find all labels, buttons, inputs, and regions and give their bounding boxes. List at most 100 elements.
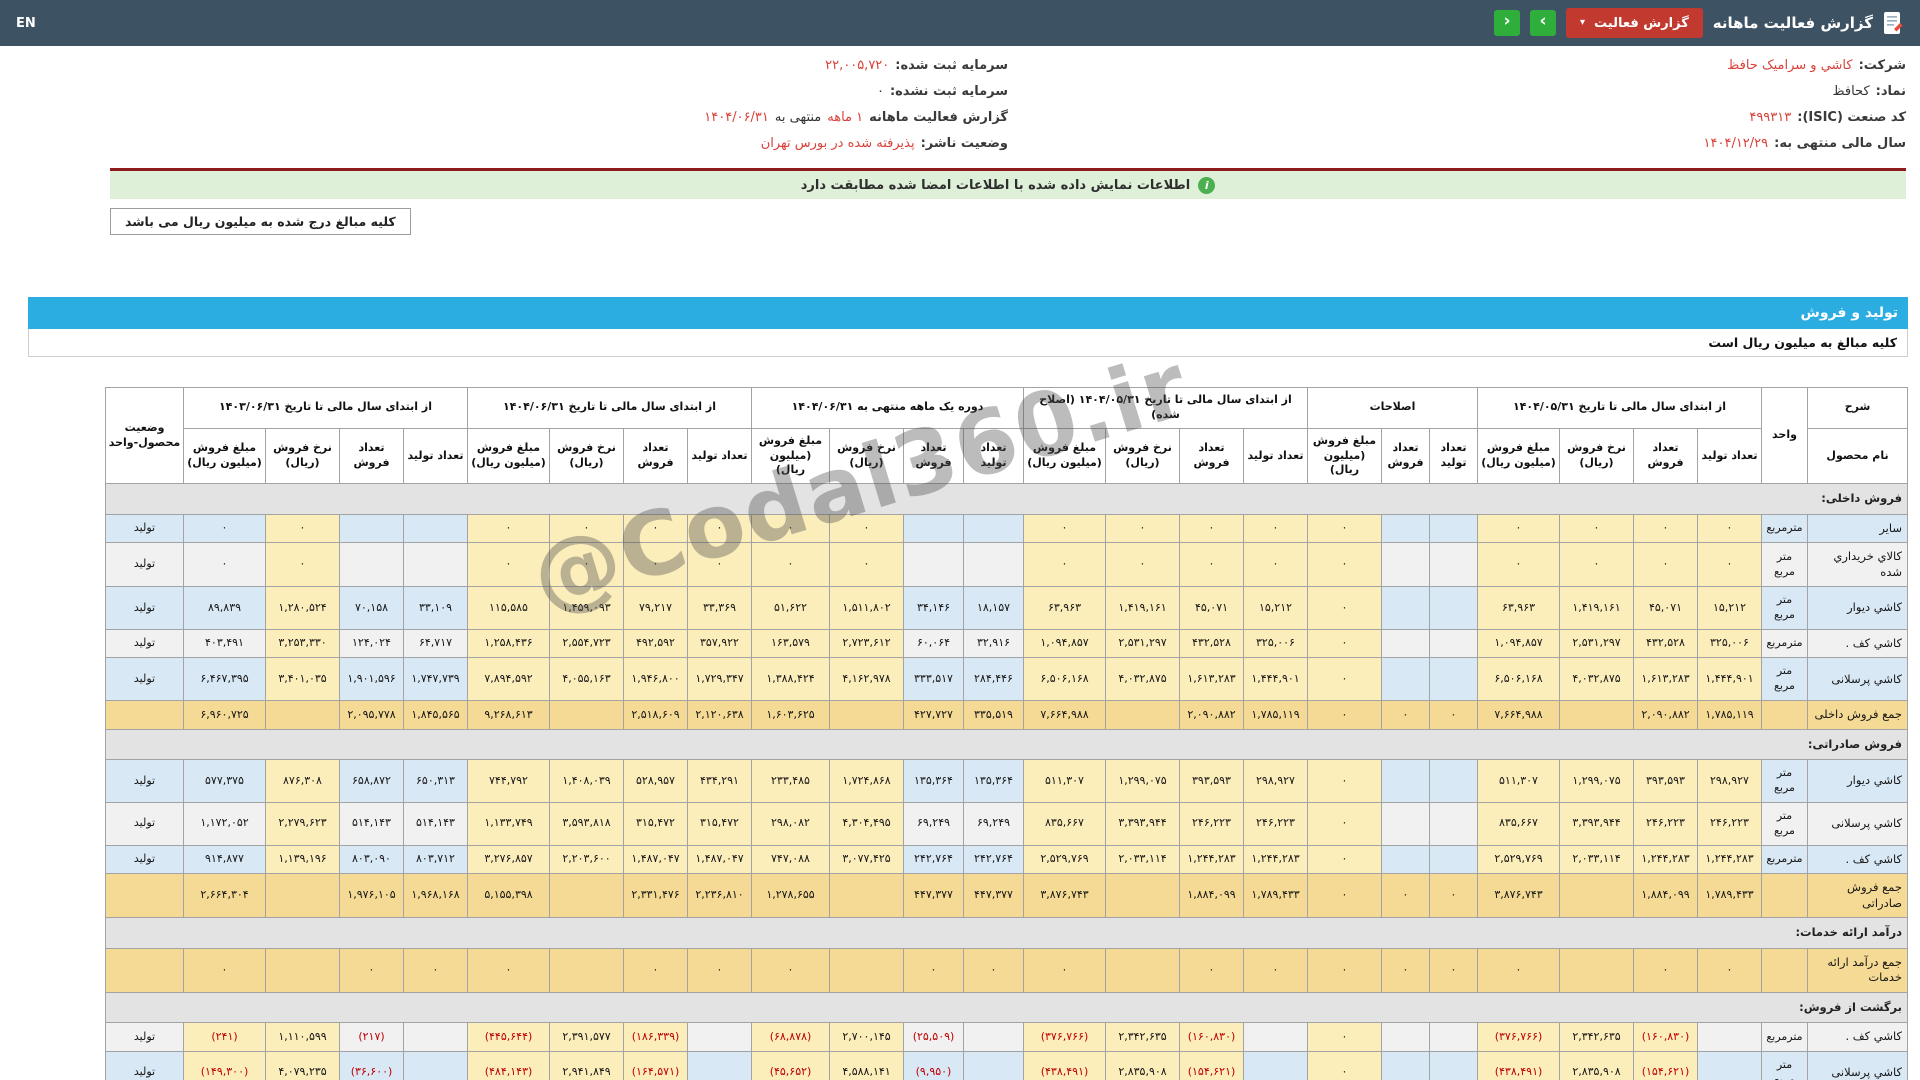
- info-value: ۲۲,۰۰۵,۷۲۰: [825, 58, 890, 73]
- value-cell: (۲۵,۵۰۹): [903, 1022, 964, 1052]
- value-cell: (۳۶,۶۰۰): [339, 1050, 404, 1080]
- info-label: شرکت:: [1858, 58, 1906, 73]
- value-cell: ۰: [1477, 513, 1560, 544]
- chevron-right-button[interactable]: ›: [1530, 10, 1557, 36]
- value-cell: ۳۳۵,۵۱۹: [963, 700, 1024, 730]
- info-label: سرمایه ثبت شده:: [895, 58, 1008, 73]
- value-cell: ۰: [751, 513, 830, 544]
- value-cell: ۳۲۵,۰۰۶: [1697, 628, 1762, 659]
- value-cell: ۱,۲۴۴,۲۸۳: [1633, 844, 1698, 875]
- value-cell: ۲,۶۶۴,۳۰۴: [183, 873, 266, 919]
- product-name-cell: سایر: [1807, 513, 1908, 544]
- table-row: جمع فروش صادراتی ۱,۷۸۹,۴۳۳ ۱,۸۸۴,۰۹۹ ۳,۸۷…: [105, 873, 1908, 919]
- value-cell: ۵۱,۶۲۲: [751, 586, 830, 630]
- value-cell: ۲۸۴,۴۴۶: [963, 657, 1024, 702]
- unit-cell: متر مربع: [1761, 1050, 1808, 1080]
- value-cell: [1429, 586, 1478, 630]
- chevron-left-button[interactable]: ‹: [1494, 10, 1521, 36]
- language-toggle[interactable]: EN: [16, 16, 36, 31]
- info-row: سرمایه ثبت نشده: ۰: [110, 84, 1008, 110]
- value-cell: ۸۰۳,۰۹۰: [339, 844, 404, 875]
- value-cell: ۱,۱۳۹,۱۹۶: [265, 844, 340, 875]
- value-cell: ۳,۰۷۷,۴۲۵: [829, 844, 904, 875]
- company-link[interactable]: کاشي و سرامیک حافظ: [1727, 58, 1852, 73]
- value-cell: ۸۳۵,۶۶۷: [1023, 801, 1106, 846]
- value-cell: ۷۴۷,۰۸۸: [751, 844, 830, 875]
- column-header: تعداد تولید: [963, 427, 1024, 485]
- value-cell: ۳,۳۹۳,۹۴۴: [1559, 801, 1634, 846]
- value-cell: ۲,۵۲۹,۷۶۹: [1023, 844, 1106, 875]
- unit-cell: متر مربع: [1761, 801, 1808, 846]
- value-cell: ۵۱۱,۳۰۷: [1477, 759, 1560, 803]
- value-cell: ۶,۵۰۶,۱۶۸: [1477, 657, 1560, 702]
- value-cell: ۱,۲۷۸,۶۵۵: [751, 873, 830, 919]
- value-cell: ۶۳,۹۶۳: [1477, 586, 1560, 630]
- value-cell: ۳۳,۱۰۹: [403, 586, 468, 630]
- info-icon: i: [1198, 176, 1216, 194]
- company-info: شرکت: کاشي و سرامیک حافظ نماد: کحافظ کد صنعت…: [110, 58, 1906, 162]
- value-cell: ۱,۲۸۰,۵۲۴: [265, 586, 340, 630]
- section-row-label: فروش صادراتی:: [105, 728, 1908, 761]
- value-cell: ۸۳۵,۶۶۷: [1477, 801, 1560, 846]
- info-value-part: ۱ ماهه: [827, 110, 864, 125]
- value-cell: ۰: [467, 947, 550, 993]
- value-cell: ۱,۴۵۹,۰۹۳: [549, 586, 624, 630]
- value-cell: ۴۵,۰۷۱: [1633, 586, 1698, 630]
- product-name-cell: کاشي پرسلانی: [1807, 1050, 1908, 1080]
- value-cell: [1381, 628, 1430, 659]
- signed-notice-bar: i اطلاعات نمایش داده شده با اطلاعات امضا…: [110, 168, 1906, 199]
- info-label: نماد:: [1875, 84, 1906, 99]
- info-value: کحافظ: [1832, 84, 1870, 99]
- value-cell: (۱۸۶,۳۳۹): [623, 1022, 688, 1052]
- column-header: تعداد تولید: [1697, 427, 1762, 485]
- company-info-left: سرمایه ثبت شده: ۲۲,۰۰۵,۷۲۰ سرمایه ثبت نشده…: [110, 58, 1008, 162]
- product-status-cell: تولید: [105, 1022, 184, 1052]
- value-cell: ۲,۲۳۶,۸۱۰: [687, 873, 752, 919]
- value-cell: ۱,۲۴۴,۲۸۳: [1243, 844, 1308, 875]
- value-cell: ۰: [829, 513, 904, 544]
- value-cell: ۱,۰۹۴,۸۵۷: [1023, 628, 1106, 659]
- unit-header: واحد: [1761, 386, 1808, 485]
- product-status-cell: تولید: [105, 801, 184, 846]
- value-cell: ۰: [1633, 513, 1698, 544]
- value-cell: ۰: [1307, 1050, 1382, 1080]
- info-label: سرمایه ثبت نشده:: [889, 84, 1008, 99]
- group-header: از ابتدای سال مالی تا تاریخ ۱۴۰۴/۰۶/۳۱: [467, 387, 752, 429]
- value-cell: ۰: [1477, 947, 1560, 993]
- value-cell: ۰: [829, 542, 904, 588]
- value-cell: ۱,۹۰۱,۵۹۶: [339, 657, 404, 702]
- value-cell: ۴۳۲,۵۲۸: [1633, 628, 1698, 659]
- value-cell: ۰: [1023, 947, 1106, 993]
- value-cell: [1381, 844, 1430, 875]
- value-cell: ۲۴۲,۷۶۴: [903, 844, 964, 875]
- value-cell: [1697, 1022, 1762, 1052]
- value-cell: ۲,۳۹۱,۵۷۷: [549, 1022, 624, 1052]
- value-cell: ۰: [1307, 844, 1382, 875]
- value-cell: ۶۴,۷۱۷: [403, 628, 468, 659]
- value-cell: ۱۵,۲۱۲: [1697, 586, 1762, 630]
- value-cell: (۴۴۵,۶۴۴): [467, 1022, 550, 1052]
- chevron-right-icon: ›: [1539, 11, 1547, 31]
- value-cell: (۳۷۶,۷۶۶): [1023, 1022, 1106, 1052]
- unit-cell: [1761, 947, 1808, 993]
- value-cell: (۴۵,۶۵۲): [751, 1050, 830, 1080]
- value-cell: ۵۱۱,۳۰۷: [1023, 759, 1106, 803]
- company-info-right: شرکت: کاشي و سرامیک حافظ نماد: کحافظ کد صنعت…: [1008, 58, 1906, 162]
- value-cell: (۲۱۷): [339, 1022, 404, 1052]
- value-cell: [1429, 844, 1478, 875]
- table-row: جمع فروش داخلی ۱,۷۸۵,۱۱۹ ۲,۰۹۰,۸۸۲ ۷,۶۶۴,…: [105, 700, 1908, 730]
- unit-cell: مترمربع: [1761, 628, 1808, 659]
- info-value: ۱۴۰۴/۱۲/۲۹: [1703, 136, 1769, 151]
- production-sales-section: تولید و فروش کلیه مبالغ به میلیون ریال ا…: [28, 297, 1908, 1080]
- info-value-part: ۱۴۰۴/۰۶/۳۱: [704, 110, 769, 125]
- value-cell: ۴۰۳,۴۹۱: [183, 628, 266, 659]
- value-cell: ۰: [1307, 657, 1382, 702]
- value-cell: [963, 1050, 1024, 1080]
- value-cell: (۳۷۶,۷۶۶): [1477, 1022, 1560, 1052]
- value-cell: ۳,۴۰۱,۰۳۵: [265, 657, 340, 702]
- column-header: مبلغ فروش (میلیون ریال): [1477, 427, 1560, 485]
- value-cell: ۰: [1697, 542, 1762, 588]
- report-type-dropdown[interactable]: گزارش فعالیت ▾: [1566, 8, 1703, 38]
- topbar-left-group: EN: [16, 16, 36, 31]
- value-cell: ۲,۳۴۲,۶۳۵: [1105, 1022, 1180, 1052]
